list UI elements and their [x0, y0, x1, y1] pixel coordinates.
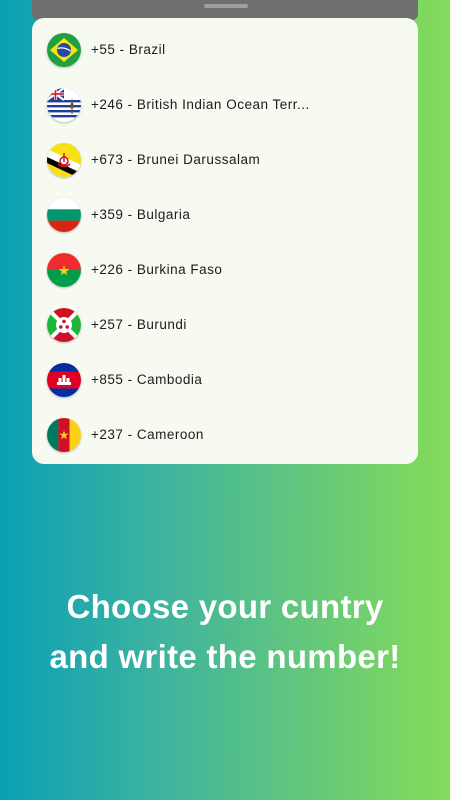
country-item-label: +855 - Cambodia	[91, 372, 203, 387]
background-app-frame	[32, 0, 418, 20]
cameroon-flag-icon	[47, 417, 81, 452]
tagline-line-2: and write the number!	[49, 638, 401, 675]
country-item-cambodia[interactable]: +855 - Cambodia	[32, 352, 418, 407]
country-item-label: +246 - British Indian Ocean Terr...	[91, 97, 310, 112]
country-item-bulgaria[interactable]: +359 - Bulgaria	[32, 187, 418, 242]
brazil-flag-icon	[47, 32, 81, 67]
bulgaria-flag-icon	[47, 197, 81, 232]
sheet-drag-handle[interactable]	[204, 4, 248, 8]
country-item-label: +226 - Burkina Faso	[91, 262, 223, 277]
country-item-brunei[interactable]: +673 - Brunei Darussalam	[32, 132, 418, 187]
country-item-label: +359 - Bulgaria	[91, 207, 191, 222]
country-item-british-indian-ocean-territory[interactable]: +246 - British Indian Ocean Terr...	[32, 77, 418, 132]
british-indian-ocean-territory-flag-icon	[47, 87, 81, 122]
tagline-line-1: Choose your cuntry	[66, 588, 384, 625]
country-item-label: +237 - Cameroon	[91, 427, 204, 442]
country-item-cameroon[interactable]: +237 - Cameroon	[32, 407, 418, 462]
promo-tagline: Choose your cuntry and write the number!	[0, 582, 450, 682]
cambodia-flag-icon	[47, 362, 81, 397]
burkina-faso-flag-icon	[47, 252, 81, 287]
country-item-label: +257 - Burundi	[91, 317, 187, 332]
country-item-label: +673 - Brunei Darussalam	[91, 152, 261, 167]
country-item-label: +55 - Brazil	[91, 42, 166, 57]
country-item-burundi[interactable]: +257 - Burundi	[32, 297, 418, 352]
country-picker-sheet: +55 - Brazil +246 - British Indian Ocean…	[32, 18, 418, 464]
brunei-flag-icon	[47, 142, 81, 177]
country-item-brazil[interactable]: +55 - Brazil	[32, 22, 418, 77]
country-item-burkina-faso[interactable]: +226 - Burkina Faso	[32, 242, 418, 297]
burundi-flag-icon	[47, 307, 81, 342]
